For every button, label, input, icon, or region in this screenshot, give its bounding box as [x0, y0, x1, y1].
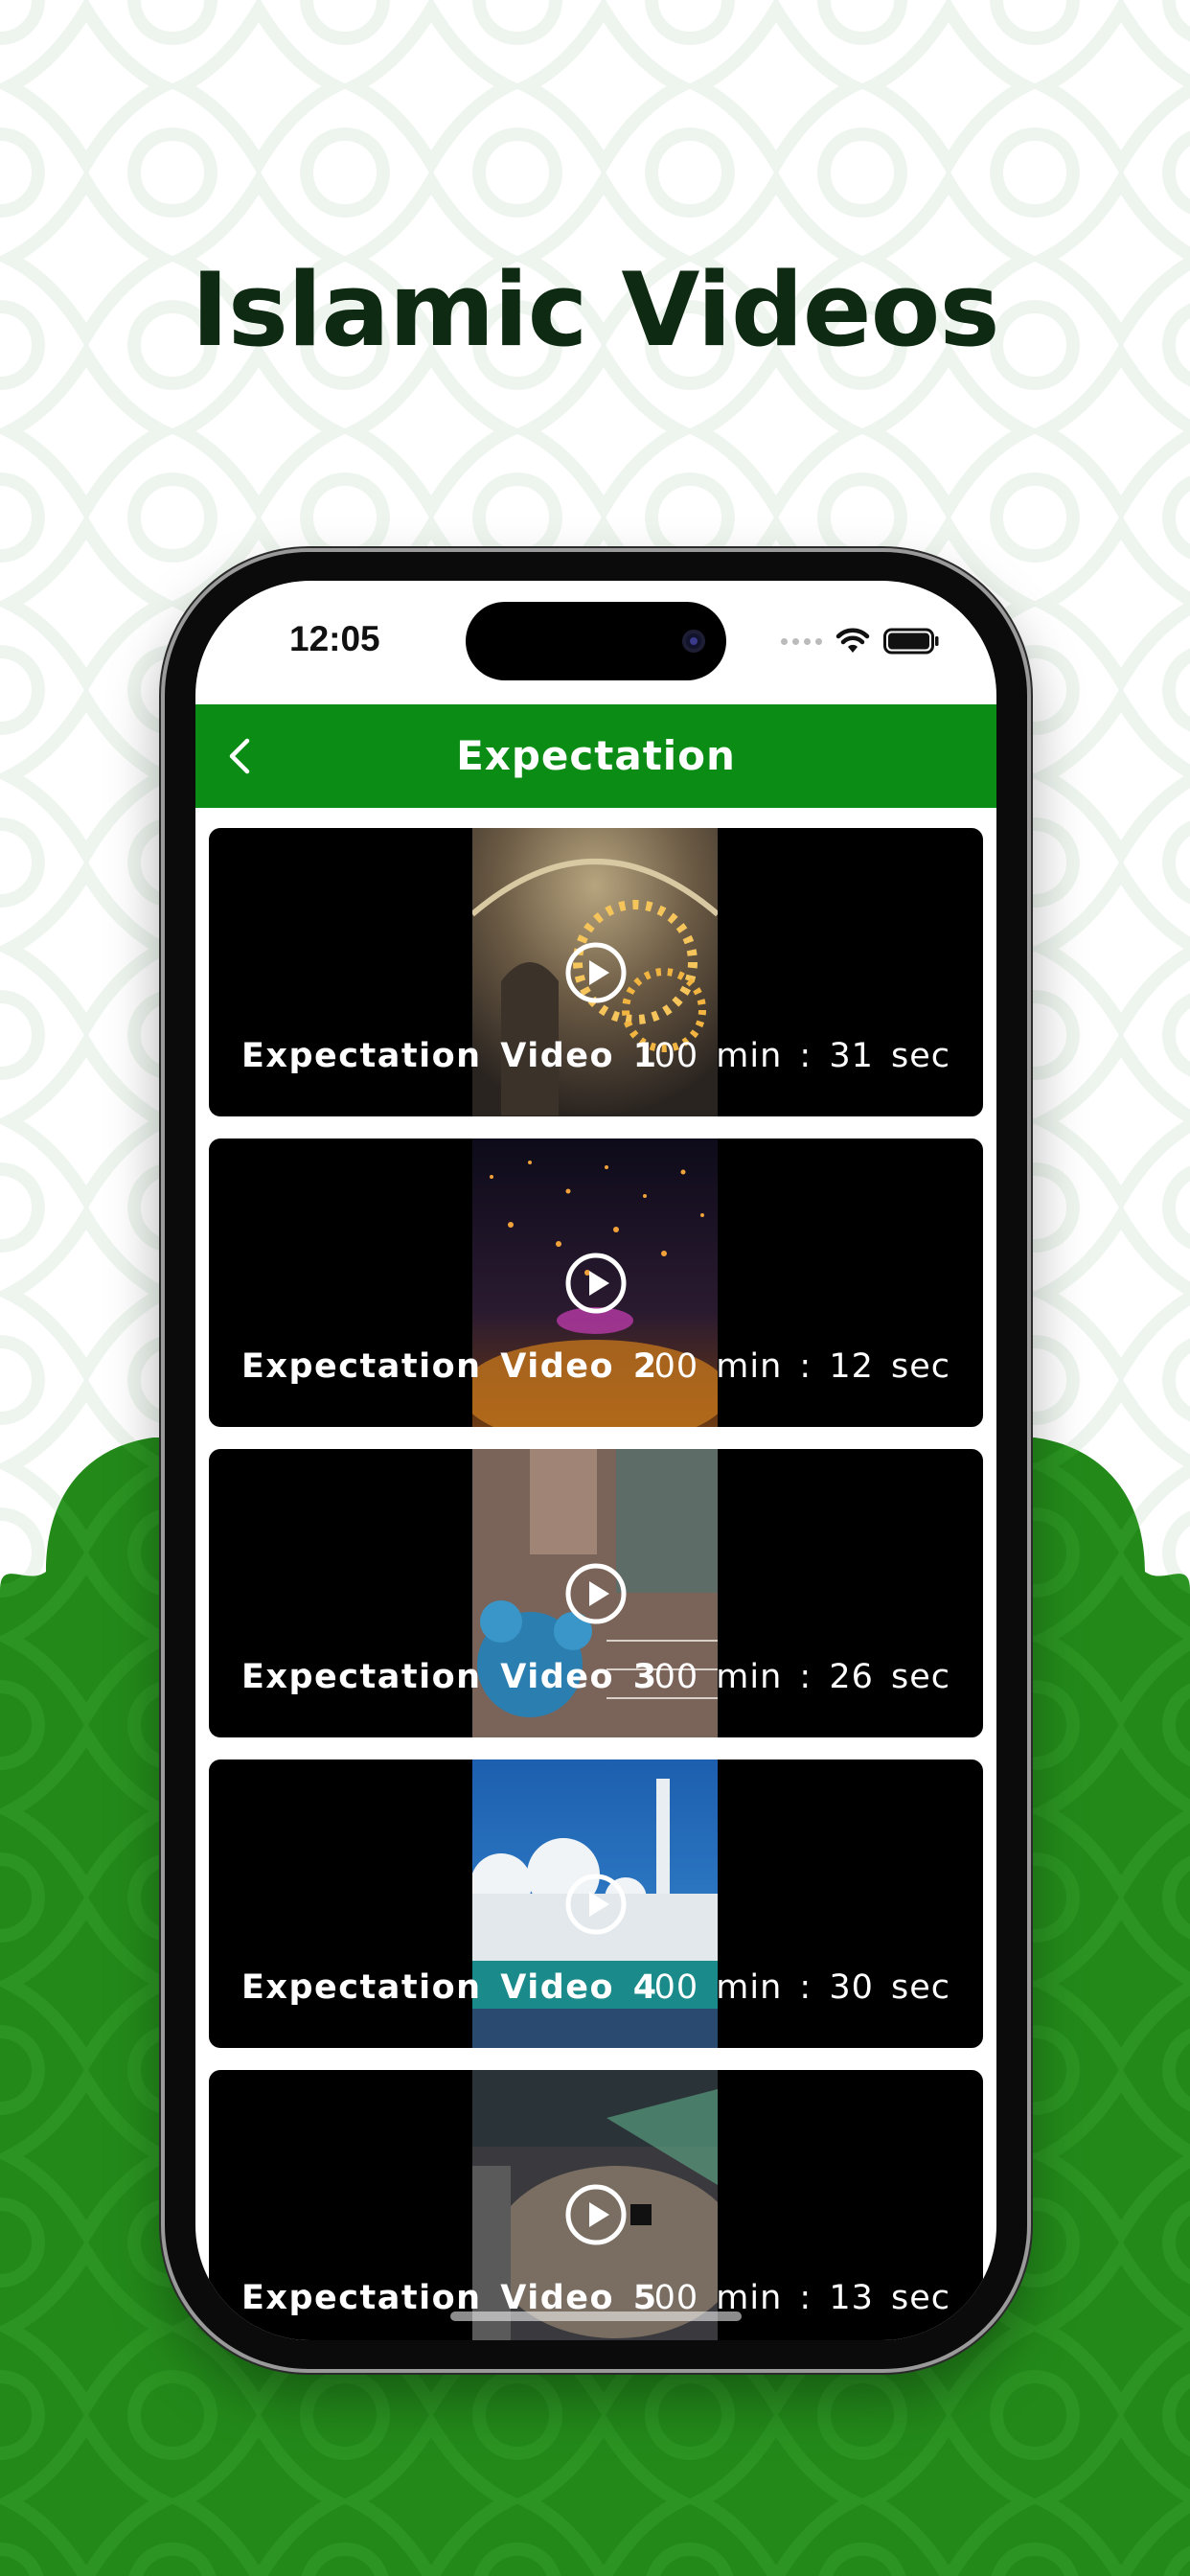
video-list: Expectation Video 1 00 min : 31 sec Expe… — [209, 828, 983, 2340]
video-card[interactable]: Expectation Video 4 00 min : 30 sec — [209, 1760, 983, 2048]
video-card[interactable]: Expectation Video 1 00 min : 31 sec — [209, 828, 983, 1116]
app-bar-title: Expectation — [456, 732, 736, 779]
video-duration: 00 min : 12 sec — [653, 1347, 950, 1386]
status-time: 12:05 — [289, 619, 380, 658]
video-card[interactable]: Expectation Video 5 00 min : 13 sec — [209, 2070, 983, 2340]
dynamic-island — [466, 602, 726, 680]
video-title: Expectation Video 3 — [241, 1658, 658, 1696]
chevron-left-icon[interactable] — [217, 731, 266, 781]
play-icon[interactable] — [564, 1873, 628, 1936]
play-icon[interactable] — [564, 1562, 628, 1625]
video-duration: 00 min : 31 sec — [653, 1037, 950, 1075]
video-card[interactable]: Expectation Video 3 00 min : 26 sec — [209, 1449, 983, 1737]
signal-icon — [781, 637, 822, 645]
app-bar: Expectation — [195, 704, 996, 808]
video-duration: 00 min : 26 sec — [653, 1658, 950, 1696]
status-bar: 12:05 — [195, 581, 996, 703]
video-card[interactable]: Expectation Video 2 00 min : 12 sec — [209, 1138, 983, 1427]
home-indicator[interactable] — [450, 2312, 742, 2321]
wifi-icon — [835, 628, 870, 653]
play-icon[interactable] — [564, 2183, 628, 2246]
page-headline: Islamic Videos — [191, 251, 999, 369]
video-title: Expectation Video 4 — [241, 1968, 658, 2007]
phone-screen: 12:05 Expectation Expectation Video 1 00… — [195, 581, 996, 2340]
play-icon[interactable] — [564, 941, 628, 1004]
front-camera-icon — [682, 630, 705, 653]
status-icons — [781, 627, 939, 656]
play-icon[interactable] — [564, 1252, 628, 1315]
video-title: Expectation Video 2 — [241, 1347, 658, 1386]
video-duration: 00 min : 30 sec — [653, 1968, 950, 2007]
phone-frame: 12:05 Expectation Expectation Video 1 00… — [165, 552, 1027, 2369]
battery-icon — [883, 628, 939, 655]
video-title: Expectation Video 1 — [241, 1037, 658, 1075]
